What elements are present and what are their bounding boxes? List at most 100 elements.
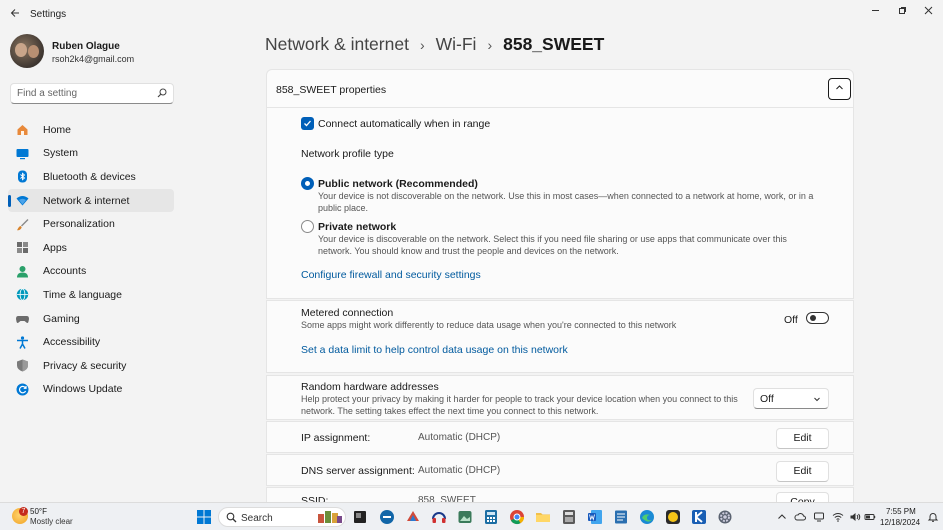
chrome-icon[interactable] xyxy=(509,509,525,525)
weather-badge: 7 xyxy=(19,507,28,516)
notification-bell-icon[interactable] xyxy=(927,511,939,523)
wifi-icon[interactable] xyxy=(832,511,844,523)
sidebar-item-label: Network & internet xyxy=(43,194,130,207)
search-input[interactable]: Find a setting xyxy=(10,83,174,104)
random-hw-title: Random hardware addresses xyxy=(301,381,439,393)
firewall-link[interactable]: Configure firewall and security settings xyxy=(301,269,481,281)
avatar[interactable] xyxy=(10,34,44,68)
sidebar-item-label: Windows Update xyxy=(43,383,123,396)
dns-edit-button[interactable]: Edit xyxy=(776,461,829,482)
breadcrumb: Network & internet › Wi-Fi › 858_SWEET xyxy=(265,34,604,55)
ip-assignment-row: IP assignment: Automatic (DHCP) Edit xyxy=(266,421,854,453)
public-network-desc: Your device is not discoverable on the n… xyxy=(318,191,814,213)
weather-temp[interactable]: 50°F xyxy=(30,507,47,516)
properties-title: 858_SWEET properties xyxy=(276,84,387,96)
sidebar-item-apps[interactable]: Apps xyxy=(8,236,174,260)
sidebar-item-label: Personalization xyxy=(43,218,115,231)
connect-auto-checkbox[interactable] xyxy=(301,117,314,130)
dns-assignment-label: DNS server assignment: xyxy=(301,465,415,477)
ip-assignment-label: IP assignment: xyxy=(301,432,371,444)
battery-icon[interactable] xyxy=(864,511,876,523)
back-arrow-icon xyxy=(10,9,19,17)
metered-desc: Some apps might work differently to redu… xyxy=(301,320,677,330)
shield-icon xyxy=(17,359,28,372)
dns-assignment-row: DNS server assignment: Automatic (DHCP) … xyxy=(266,454,854,486)
clock-date[interactable]: 12/18/2024 xyxy=(880,518,920,527)
sidebar-item-accessibility[interactable]: Accessibility xyxy=(8,330,174,354)
search-icon xyxy=(157,88,167,98)
sidebar-item-home[interactable]: Home xyxy=(8,118,174,142)
search-icon xyxy=(226,512,237,523)
chevron-up-icon[interactable] xyxy=(776,511,788,523)
random-hw-panel: Random hardware addresses Help protect y… xyxy=(266,375,854,420)
public-network-label[interactable]: Public network (Recommended) xyxy=(318,178,478,190)
system-icon xyxy=(16,148,29,160)
properties-header[interactable]: 858_SWEET properties xyxy=(266,69,854,108)
sidebar-item-privacy-security[interactable]: Privacy & security xyxy=(8,354,174,378)
sidebar-item-personalization[interactable]: Personalization xyxy=(8,212,174,236)
restore-icon xyxy=(898,7,906,14)
edge-icon[interactable] xyxy=(639,509,655,525)
app-blue-icon[interactable] xyxy=(379,509,395,525)
sidebar-nav: Home System Bluetooth & devices Network … xyxy=(8,118,174,401)
connect-auto-label[interactable]: Connect automatically when in range xyxy=(318,118,490,130)
private-network-label[interactable]: Private network xyxy=(318,221,396,233)
notepad-icon[interactable] xyxy=(613,509,629,525)
data-limit-link[interactable]: Set a data limit to help control data us… xyxy=(301,344,568,356)
task-view-icon[interactable] xyxy=(352,509,368,525)
private-network-radio[interactable] xyxy=(301,220,314,233)
sidebar-item-gaming[interactable]: Gaming xyxy=(8,307,174,331)
settings-gear-icon[interactable] xyxy=(717,509,733,525)
maximize-button[interactable] xyxy=(891,4,913,20)
minimize-button[interactable] xyxy=(864,4,886,20)
sidebar-item-label: Time & language xyxy=(43,288,122,301)
gaming-icon xyxy=(16,316,29,323)
app-yellow-icon[interactable] xyxy=(665,509,681,525)
word-icon[interactable] xyxy=(587,509,603,525)
sidebar-item-system[interactable]: System xyxy=(8,142,174,166)
app-blue-k-icon[interactable] xyxy=(691,509,707,525)
network-icon xyxy=(16,196,29,206)
ip-edit-button[interactable]: Edit xyxy=(776,428,829,449)
apps-icon xyxy=(17,242,28,254)
headphones-icon[interactable] xyxy=(431,509,447,525)
clock-time[interactable]: 7:55 PM xyxy=(886,507,916,516)
photos-icon[interactable] xyxy=(457,509,473,525)
title-bar: Settings xyxy=(0,0,943,28)
sidebar-item-windows-update[interactable]: Windows Update xyxy=(8,378,174,402)
collapse-button[interactable] xyxy=(828,78,851,100)
home-icon xyxy=(17,125,28,136)
weather-desc[interactable]: Mostly clear xyxy=(30,517,73,526)
breadcrumb-network[interactable]: Network & internet xyxy=(265,34,409,55)
sidebar-item-label: Bluetooth & devices xyxy=(43,170,136,183)
sidebar-item-accounts[interactable]: Accounts xyxy=(8,260,174,284)
properties-body: Connect automatically when in range Netw… xyxy=(266,108,854,299)
private-network-desc: Your device is discoverable on the netwo… xyxy=(318,234,787,256)
start-icon[interactable] xyxy=(196,509,212,525)
sidebar-item-label: System xyxy=(43,147,79,160)
cloud-icon[interactable] xyxy=(794,511,806,523)
calculator-icon[interactable] xyxy=(483,509,499,525)
sidebar-item-time-language[interactable]: Time & language xyxy=(8,283,174,307)
public-network-radio[interactable] xyxy=(301,177,314,190)
random-hw-dropdown[interactable]: Off xyxy=(753,388,829,409)
user-email: rsoh2k4@gmail.com xyxy=(52,54,135,64)
display-icon[interactable] xyxy=(813,511,825,523)
metered-toggle[interactable] xyxy=(806,312,829,324)
accessibility-icon xyxy=(17,336,28,349)
metered-toggle-state: Off xyxy=(784,314,798,326)
app-red-icon[interactable] xyxy=(405,509,421,525)
close-button[interactable] xyxy=(917,4,939,20)
taskbar-search[interactable]: Search xyxy=(218,507,346,527)
back-button[interactable] xyxy=(6,6,24,22)
sidebar-item-bluetooth[interactable]: Bluetooth & devices xyxy=(8,165,174,189)
volume-icon[interactable] xyxy=(849,511,861,523)
user-name: Ruben Olague xyxy=(52,41,120,52)
breadcrumb-wifi[interactable]: Wi-Fi xyxy=(436,34,477,55)
taskbar: 7 50°F Mostly clear Search 7:55 PM 12/18… xyxy=(0,502,943,530)
file-explorer-icon[interactable] xyxy=(535,509,551,525)
sidebar-item-network[interactable]: Network & internet xyxy=(8,188,174,213)
accounts-icon xyxy=(17,265,28,278)
metered-connection-panel: Metered connection Some apps might work … xyxy=(266,300,854,373)
calculator-gray-icon[interactable] xyxy=(561,509,577,525)
